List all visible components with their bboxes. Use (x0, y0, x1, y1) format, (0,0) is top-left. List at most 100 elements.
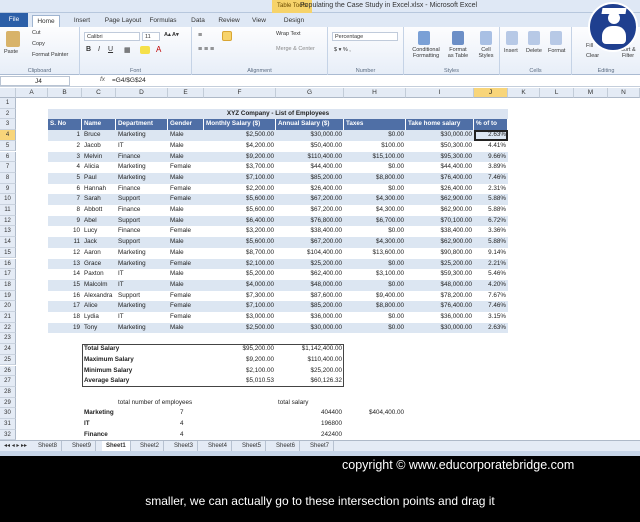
row-header-22[interactable]: 22 (0, 322, 16, 334)
table-row-cell[interactable]: 11 (48, 237, 82, 248)
table-header-cell[interactable]: Name (82, 119, 116, 131)
table-row-cell[interactable]: $13,600.00 (344, 248, 406, 259)
table-row-cell[interactable]: 7 (48, 194, 82, 205)
dept-name[interactable]: IT (82, 419, 116, 430)
table-row-cell[interactable]: Finance (116, 152, 168, 163)
fill-color-icon[interactable] (140, 46, 150, 54)
column-header-B[interactable]: B (48, 88, 82, 98)
table-row-cell[interactable]: $7,100.00 (204, 173, 276, 184)
row-header-10[interactable]: 10 (0, 194, 16, 205)
summary-annual[interactable]: $25,200.00 (276, 366, 344, 377)
column-header-K[interactable]: K (508, 88, 540, 98)
table-row-cell[interactable]: Marketing (116, 248, 168, 259)
bold-icon[interactable]: B (86, 46, 91, 53)
table-row-cell[interactable]: 3.89% (474, 162, 508, 173)
column-header-G[interactable]: G (276, 88, 344, 98)
tab-view[interactable]: View (246, 15, 272, 27)
table-row-cell[interactable]: 10 (48, 226, 82, 237)
table-row-cell[interactable]: $50,300.00 (406, 141, 474, 152)
summary-monthly[interactable]: $95,200.00 (204, 344, 276, 355)
table-row-cell[interactable]: $2,200.00 (204, 184, 276, 195)
table-title[interactable]: XYZ Company - List of Employees (48, 109, 508, 120)
table-row-cell[interactable]: $85,200.00 (276, 173, 344, 184)
table-header-cell[interactable]: Annual Salary ($) (276, 119, 344, 131)
dept-count[interactable]: 7 (168, 408, 204, 419)
table-row-cell[interactable]: 3.15% (474, 312, 508, 323)
table-row-cell[interactable]: Tony (82, 323, 116, 334)
table-row-cell[interactable]: 7.46% (474, 173, 508, 184)
table-row-cell[interactable]: 9.66% (474, 152, 508, 163)
clear-button[interactable]: Clear (586, 53, 599, 59)
table-row-cell[interactable]: 12 (48, 248, 82, 259)
table-row-cell[interactable]: Lydia (82, 312, 116, 323)
column-header-C[interactable]: C (82, 88, 116, 98)
table-row-cell[interactable]: IT (116, 312, 168, 323)
format-painter-button[interactable]: Format Painter (32, 52, 68, 58)
sheet-tab-sheet2[interactable]: Sheet2 (136, 441, 165, 451)
summary-monthly[interactable]: $9,200.00 (204, 355, 276, 366)
table-row-cell[interactable]: $9,200.00 (204, 152, 276, 163)
table-row-cell[interactable]: 4.41% (474, 141, 508, 152)
format-cells-icon[interactable] (550, 31, 562, 45)
table-row-cell[interactable]: 14 (48, 269, 82, 280)
row-header-28[interactable]: 28 (0, 386, 16, 398)
table-row-cell[interactable]: 5.46% (474, 269, 508, 280)
table-row-cell[interactable]: $30,000.00 (276, 130, 344, 141)
table-row-cell[interactable]: $59,300.00 (406, 269, 474, 280)
table-row-cell[interactable]: $4,300.00 (344, 205, 406, 216)
fx-icon[interactable]: fx (100, 76, 105, 83)
table-row-cell[interactable]: 3.36% (474, 226, 508, 237)
dept-total-formatted[interactable] (344, 430, 406, 441)
row-header-7[interactable]: 7 (0, 162, 16, 173)
table-row-cell[interactable]: $62,900.00 (406, 205, 474, 216)
table-row-cell[interactable]: $6,400.00 (204, 216, 276, 227)
column-header-A[interactable]: A (16, 88, 48, 98)
table-row-cell[interactable]: $38,400.00 (406, 226, 474, 237)
row-header-2[interactable]: 2 (0, 108, 16, 120)
table-row-cell[interactable]: 5.88% (474, 237, 508, 248)
table-row-cell[interactable]: Male (168, 130, 204, 141)
summary-label[interactable]: Maximum Salary (82, 355, 168, 366)
table-row-cell[interactable]: $15,100.00 (344, 152, 406, 163)
row-header-18[interactable]: 18 (0, 279, 16, 291)
table-row-cell[interactable]: $5,600.00 (204, 205, 276, 216)
table-row-cell[interactable]: $2,500.00 (204, 323, 276, 334)
tab-review[interactable]: Review (214, 15, 244, 27)
table-row-cell[interactable]: 2.31% (474, 184, 508, 195)
table-row-cell[interactable]: $0.00 (344, 312, 406, 323)
table-row-cell[interactable]: $2,500.00 (204, 130, 276, 141)
row-header-1[interactable]: 1 (0, 98, 16, 109)
row-header-4[interactable]: 4 (0, 130, 16, 141)
table-row-cell[interactable]: Finance (116, 205, 168, 216)
table-row-cell[interactable]: Paxton (82, 269, 116, 280)
column-header-J[interactable]: J (474, 88, 508, 98)
table-row-cell[interactable]: $76,400.00 (406, 173, 474, 184)
table-row-cell[interactable]: Male (168, 152, 204, 163)
row-header-13[interactable]: 13 (0, 226, 16, 238)
dept-total-formatted[interactable]: $404,400.00 (344, 408, 406, 419)
table-row-cell[interactable]: $62,400.00 (276, 269, 344, 280)
table-row-cell[interactable]: Male (168, 141, 204, 152)
column-header-M[interactable]: M (574, 88, 608, 98)
format-as-table-icon[interactable] (452, 31, 464, 45)
tab-design[interactable]: Design (274, 15, 314, 27)
table-row-cell[interactable]: $8,800.00 (344, 301, 406, 312)
row-header-14[interactable]: 14 (0, 237, 16, 248)
row-header-24[interactable]: 24 (0, 344, 16, 355)
table-row-cell[interactable]: 2 (48, 141, 82, 152)
column-header-F[interactable]: F (204, 88, 276, 98)
row-header-21[interactable]: 21 (0, 312, 16, 323)
table-row-cell[interactable]: $36,000.00 (406, 312, 474, 323)
column-header-I[interactable]: I (406, 88, 474, 98)
dept-count[interactable]: 4 (168, 430, 204, 441)
table-row-cell[interactable]: 13 (48, 259, 82, 270)
table-row-cell[interactable]: $7,100.00 (204, 301, 276, 312)
table-row-cell[interactable]: Female (168, 291, 204, 302)
sheet-tab-sheet8[interactable]: Sheet8 (34, 441, 63, 451)
table-row-cell[interactable]: Bruce (82, 130, 116, 141)
font-name-select[interactable]: Calibri (84, 32, 140, 41)
table-row-cell[interactable]: Marketing (116, 323, 168, 334)
format-button[interactable]: Format (548, 48, 565, 54)
table-row-cell[interactable]: Female (168, 184, 204, 195)
table-row-cell[interactable]: $3,200.00 (204, 226, 276, 237)
